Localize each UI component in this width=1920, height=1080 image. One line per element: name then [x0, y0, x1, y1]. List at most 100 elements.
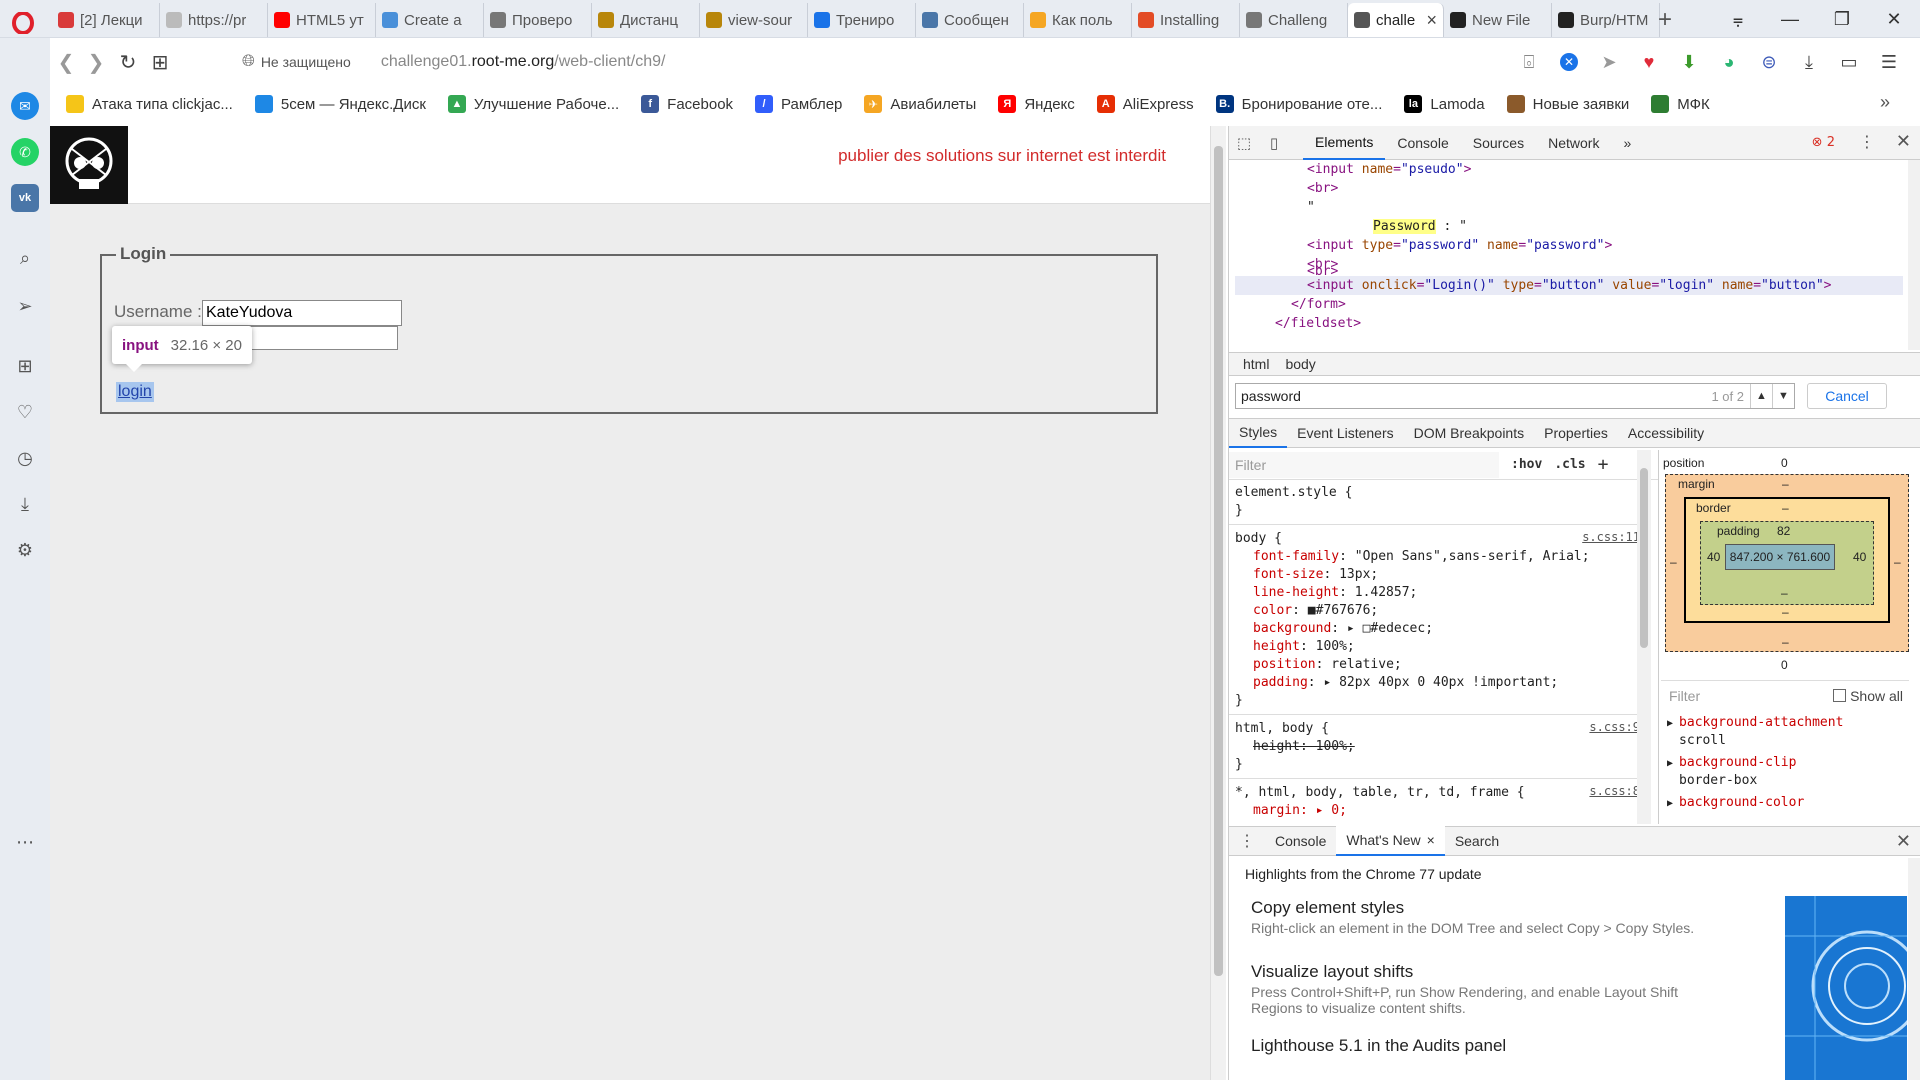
feature-title[interactable]: Copy element styles	[1251, 898, 1404, 918]
browser-tab[interactable]: Дистанц	[592, 3, 700, 37]
scrollbar-thumb[interactable]	[1214, 146, 1223, 976]
close-tab-icon[interactable]: ×	[1427, 832, 1435, 848]
box-margin[interactable]: margin – – – – border – – padding 82 40 …	[1665, 474, 1909, 652]
add-rule-button[interactable]: +	[1598, 454, 1609, 475]
dom-search-input[interactable]: password 1 of 2 ▲ ▼	[1235, 383, 1795, 409]
drawer-scrollbar[interactable]	[1908, 858, 1920, 1080]
rule-source-link[interactable]: s.css:11	[1582, 530, 1640, 544]
snapshot-icon[interactable]: ⌻	[1516, 49, 1542, 75]
bookmarks-icon[interactable]: ♡	[11, 398, 39, 426]
extension-green-icon[interactable]: ◕	[1716, 49, 1742, 75]
box-content[interactable]: 847.200 × 761.600	[1725, 544, 1835, 570]
bookmark-item[interactable]: / Рамблер	[755, 95, 842, 113]
dom-line[interactable]: <input name="pseudo">	[1307, 160, 1471, 179]
style-property[interactable]: margin: ▸ 0;	[1253, 802, 1347, 820]
style-property[interactable]: position: relative;	[1253, 656, 1402, 674]
battery-icon[interactable]: ▭	[1836, 49, 1862, 75]
box-padding[interactable]: padding 82 40 40 – 847.200 × 761.600	[1700, 521, 1874, 605]
tab-dom-breakpoints[interactable]: DOM Breakpoints	[1404, 418, 1534, 448]
bookmark-item[interactable]: f Facebook	[641, 95, 733, 113]
extension-download-icon[interactable]: ⬇	[1676, 49, 1702, 75]
close-window-button[interactable]: ✕	[1868, 0, 1920, 38]
box-border[interactable]: border – – padding 82 40 40 – 847.200 × …	[1684, 497, 1890, 623]
speed-dial-icon[interactable]: ⊞	[11, 352, 39, 380]
bookmark-item[interactable]: Новые заявки	[1506, 95, 1629, 113]
bookmark-item[interactable]: ✈ Авиабилеты	[864, 95, 976, 113]
reload-button[interactable]: ↻	[116, 50, 140, 75]
tab-event-listeners[interactable]: Event Listeners	[1287, 418, 1404, 448]
drawer-tab-search[interactable]: Search	[1445, 826, 1509, 856]
whatsapp-icon[interactable]: ✆	[11, 138, 39, 166]
extension-blue-icon[interactable]: ⊜	[1756, 49, 1782, 75]
close-devtools-icon[interactable]: ✕	[1896, 131, 1911, 152]
bookmark-item[interactable]: Атака типа clickjac...	[66, 95, 233, 113]
login-button[interactable]: login	[116, 382, 154, 402]
page-scrollbar[interactable]	[1210, 126, 1226, 1080]
devtools-menu-icon[interactable]: ⋮	[1859, 132, 1875, 151]
dom-scrollbar[interactable]	[1908, 160, 1920, 350]
style-property[interactable]: line-height: 1.42857;	[1253, 584, 1417, 602]
bookmark-item[interactable]: B. Бронирование оте...	[1215, 95, 1382, 113]
browser-tab[interactable]: Трениро	[808, 3, 916, 37]
styles-filter-input[interactable]: Filter	[1229, 451, 1499, 478]
computed-filter-input[interactable]: Filter	[1669, 688, 1700, 704]
browser-tab-active[interactable]: challe ×	[1348, 3, 1444, 37]
computed-property[interactable]: ▶ background-color	[1667, 794, 1804, 813]
overridden-property[interactable]: height: 100%;	[1253, 738, 1355, 756]
tab-sources[interactable]: Sources	[1461, 126, 1536, 160]
bookmark-item[interactable]: Я Яндекс	[998, 95, 1075, 113]
browser-tab[interactable]: HTML5 ут	[268, 3, 376, 37]
style-property[interactable]: padding: ▸ 82px 40px 0 40px !important;	[1253, 674, 1558, 692]
drawer-tab-console[interactable]: Console	[1265, 826, 1336, 856]
computed-property[interactable]: ▶ background-clip	[1667, 754, 1796, 773]
username-input[interactable]	[202, 300, 402, 326]
styles-scrollbar[interactable]	[1637, 450, 1651, 824]
bookmark-item[interactable]: ▲ Улучшение Рабоче...	[447, 95, 619, 113]
url-field[interactable]: 🌐︎ Не защищено challenge01. root-me.org/w…	[242, 46, 1492, 78]
dom-line[interactable]: <br>	[1307, 179, 1338, 198]
tab-console[interactable]: Console	[1385, 126, 1460, 160]
bookmark-item[interactable]: A AliExpress	[1096, 95, 1194, 113]
rule-selector[interactable]: body {	[1235, 530, 1282, 548]
browser-tab[interactable]: Installing	[1132, 3, 1240, 37]
computed-property[interactable]: ▶ background-attachment	[1667, 714, 1843, 733]
show-all-checkbox[interactable]	[1833, 689, 1847, 702]
drawer-menu-icon[interactable]: ⋮	[1229, 826, 1265, 856]
device-toolbar-icon[interactable]: ▯	[1259, 134, 1289, 152]
rule-selector[interactable]: html, body {	[1235, 720, 1329, 738]
adblock-icon[interactable]: ✕	[1556, 49, 1582, 75]
back-button[interactable]: ❮	[54, 50, 78, 75]
more-tabs-button[interactable]: »	[1611, 126, 1643, 160]
opera-menu-icon[interactable]	[8, 8, 38, 38]
downloads-icon[interactable]: ⤓	[1796, 49, 1822, 75]
style-property[interactable]: height: 100%;	[1253, 638, 1355, 656]
bookmarks-more-button[interactable]: »	[1880, 92, 1890, 113]
tab-elements[interactable]: Elements	[1303, 126, 1386, 160]
tab-accessibility[interactable]: Accessibility	[1618, 418, 1714, 448]
tab-menu-icon[interactable]: ⩦	[1712, 0, 1764, 38]
dom-line[interactable]: <input type="password" name="password">	[1307, 236, 1612, 255]
rule-selector[interactable]: element.style {	[1235, 484, 1352, 502]
style-property[interactable]: font-family: "Open Sans",sans-serif, Ari…	[1253, 548, 1590, 566]
heart-icon[interactable]: ♥	[1636, 49, 1662, 75]
speed-dial-icon[interactable]: ⊞	[148, 50, 172, 75]
hov-button[interactable]: :hov	[1511, 457, 1542, 472]
error-counter[interactable]: ⊗ 2	[1812, 135, 1835, 150]
bookmark-item[interactable]: МФК	[1651, 95, 1710, 113]
more-icon[interactable]: ⋯	[11, 828, 39, 856]
browser-tab[interactable]: Проверо	[484, 3, 592, 37]
search-next-icon[interactable]: ▼	[1772, 384, 1794, 408]
new-tab-button[interactable]: +	[1650, 6, 1680, 34]
feature-title[interactable]: Visualize layout shifts	[1251, 962, 1413, 982]
send-icon[interactable]: ➢	[11, 292, 39, 320]
restore-button[interactable]: ❐	[1816, 0, 1868, 38]
tab-properties[interactable]: Properties	[1534, 418, 1618, 448]
history-icon[interactable]: ◷	[11, 444, 39, 472]
breadcrumb-body[interactable]: body	[1277, 356, 1323, 372]
skull-logo-icon[interactable]	[50, 126, 128, 204]
dom-line-selected[interactable]: <input onclick="Login()" type="button" v…	[1307, 276, 1831, 295]
browser-tab[interactable]: [2] Лекци	[52, 3, 160, 37]
dom-line[interactable]: </fieldset>	[1275, 314, 1361, 333]
browser-tab[interactable]: Как поль	[1024, 3, 1132, 37]
bookmark-item[interactable]: la Lamoda	[1404, 95, 1485, 113]
